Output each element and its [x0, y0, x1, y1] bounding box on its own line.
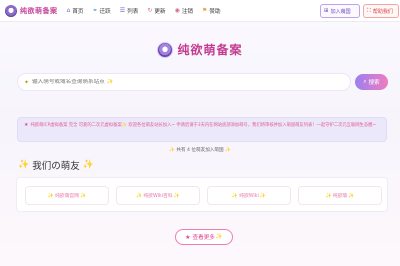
search-box: ✦ — [17, 73, 351, 91]
brand-name: 纯欲萌备案 — [20, 6, 58, 15]
nav-item-label: 赞助 — [209, 8, 221, 15]
hero-title: 纯欲萌备案 — [0, 41, 400, 58]
sparkle-icon: ✨ — [173, 192, 180, 199]
search-icon: ⌕ — [363, 78, 367, 85]
help-us-button-label: 帮助我们 — [372, 8, 393, 15]
view-more-label: 查看更多 — [192, 235, 215, 241]
nav-item-label: 迁跃 — [99, 8, 111, 15]
star-icon: ★ — [24, 122, 29, 128]
view-more-button[interactable]: ★ 查看更多 ✨ — [175, 229, 233, 245]
nav-item-update[interactable]: ↻ 更新 — [147, 7, 165, 15]
friend-link-label: 纯欲Wiki — [239, 194, 259, 199]
friend-link[interactable]: ✨ 纯欲Wiki ✨ — [207, 186, 291, 205]
sparkle-icon: ✨ — [47, 192, 54, 199]
plus-square-icon: ⊞ — [324, 8, 329, 14]
notice-text: 纯欲萌ICP虚拟备案 完全 可爱的二次元虚拟备案✨ 欢迎各位萌友站长加入~ 申请… — [30, 123, 377, 128]
sparkle-icon: ✨ — [231, 192, 239, 199]
sparkle-icon: ✨ — [82, 160, 94, 170]
sparkle-icon: ✨ — [18, 160, 30, 170]
gift-box-icon: ⛶ — [367, 7, 371, 14]
nav-item-list[interactable]: ☰ 列表 — [120, 7, 139, 15]
search-button-label: 搜索 — [368, 80, 380, 86]
nav-item-jump[interactable]: ⚭ 迁跃 — [93, 7, 111, 15]
friends-heading: ✨ 我们の萌友 ✨ — [18, 158, 94, 172]
nav-item-label: 列表 — [127, 8, 139, 15]
sparkle-icon: ✨ — [169, 148, 175, 153]
sparkle-icon: ✨ — [348, 192, 355, 199]
nav-item-sponsor[interactable]: ⚑ 赞助 — [202, 7, 221, 15]
friends-heading-text: 我们の萌友 — [32, 161, 80, 172]
star-icon: ★ — [185, 233, 191, 241]
home-icon: ⌂ — [66, 7, 71, 14]
nav-item-cancel[interactable]: ◉ 注销 — [175, 7, 193, 15]
main-nav: ⌂ 首页 ⚭ 迁跃 ☰ 列表 ↻ 更新 ◉ 注销 ⚑ 赞助 — [67, 7, 230, 15]
member-count: ✨ 共有 4 位萌友加入萌国 ✨ — [0, 147, 400, 153]
search-button[interactable]: ⌕ 搜索 — [355, 74, 388, 90]
refresh-icon: ↻ — [147, 7, 153, 14]
friend-link-label: 纯欲Wiki百科 — [143, 194, 173, 199]
brand[interactable]: 纯欲萌备案 — [5, 4, 58, 17]
sparkle-icon: ✨ — [80, 192, 87, 199]
nav-item-label: 首页 — [72, 8, 84, 15]
gift-icon: ⚑ — [202, 7, 208, 14]
friend-link[interactable]: ✨ 纯欲萌 ✨ — [298, 186, 382, 205]
list-icon: ☰ — [119, 7, 126, 14]
top-navbar: 纯欲萌备案 ⌂ 首页 ⚭ 迁跃 ☰ 列表 ↻ 更新 ◉ 注销 ⚑ 赞助 ⊞ 加入… — [0, 0, 400, 22]
hero-logo-icon — [157, 41, 174, 58]
sparkle-icon: ✨ — [136, 192, 143, 199]
help-us-button[interactable]: ⛶ 帮助我们 — [363, 4, 399, 18]
brand-logo-icon — [5, 4, 17, 17]
friend-link-label: 纯欲萌官网 — [55, 194, 79, 199]
member-count-text: 共有 4 位萌友加入萌国 — [176, 148, 224, 153]
join-button[interactable]: ⊞ 加入萌国 — [320, 4, 360, 18]
friend-link[interactable]: ✨ 纯欲Wiki百科 ✨ — [116, 186, 200, 205]
star-icon: ✦ — [24, 78, 30, 86]
sparkle-icon: ✨ — [259, 192, 267, 199]
notice-banner: ★ 纯欲萌ICP虚拟备案 完全 可爱的二次元虚拟备案✨ 欢迎各位萌友站长加入~ 申… — [17, 117, 387, 142]
page-title: 纯欲萌备案 — [177, 43, 243, 57]
friend-link[interactable]: ✨ 纯欲萌官网 ✨ — [25, 186, 109, 205]
friend-link-label: 纯欲萌 — [332, 194, 348, 199]
sparkle-icon: ✨ — [325, 192, 332, 199]
sparkle-icon: ✨ — [225, 148, 231, 153]
link-icon: ⚭ — [92, 7, 98, 14]
search-input[interactable] — [32, 79, 333, 85]
sparkle-icon: ✨ — [215, 234, 223, 240]
nav-item-label: 注销 — [181, 8, 194, 15]
lock-icon: ◉ — [174, 7, 180, 14]
join-button-label: 加入萌国 — [330, 8, 351, 15]
nav-item-home[interactable]: ⌂ 首页 — [67, 7, 84, 15]
friends-list: ✨ 纯欲萌官网 ✨ ✨ 纯欲Wiki百科 ✨ ✨ 纯欲Wiki ✨ ✨ 纯欲萌 … — [16, 177, 388, 212]
nav-item-label: 更新 — [154, 8, 166, 15]
